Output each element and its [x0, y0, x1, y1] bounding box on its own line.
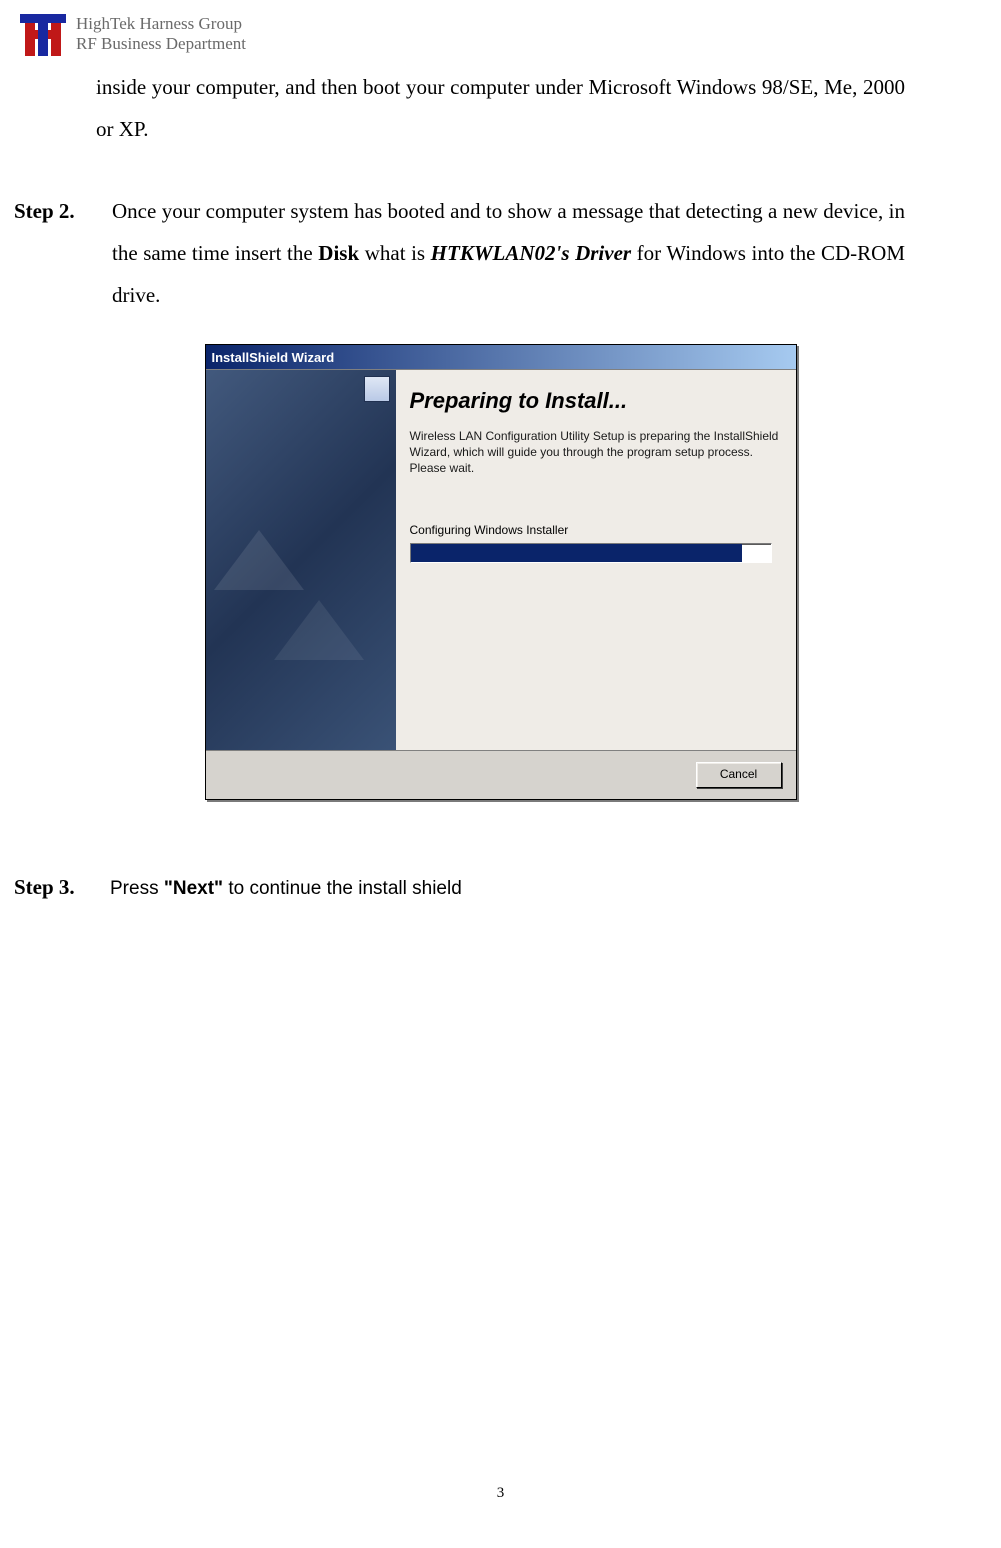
step-2: Step 2. Once your computer system has bo… [96, 190, 905, 316]
step2-disk: Disk [318, 241, 359, 265]
page-header: HighTek Harness Group RF Business Depart… [0, 0, 1001, 60]
installer-window: InstallShield Wizard Preparing to Instal… [205, 344, 797, 800]
intro-continuation: inside your computer, and then boot your… [96, 66, 905, 150]
step3-next: "Next" [164, 878, 223, 899]
step-2-label: Step 2. [0, 190, 112, 232]
installer-progressbar [410, 543, 772, 563]
step-3-label: Step 3. [0, 875, 110, 900]
installer-status: Configuring Windows Installer [410, 523, 780, 537]
company-name: HighTek Harness Group [76, 14, 246, 34]
step2-mid: what is [359, 241, 431, 265]
installer-description: Wireless LAN Configuration Utility Setup… [410, 428, 780, 477]
step-3-body: Press "Next" to continue the install shi… [110, 870, 462, 908]
installer-titlebar: InstallShield Wizard [206, 345, 796, 369]
cancel-button[interactable]: Cancel [696, 762, 782, 788]
step-3: Step 3. Press "Next" to continue the ins… [96, 870, 905, 908]
installer-titlebar-text: InstallShield Wizard [212, 350, 335, 365]
installer-title: Preparing to Install... [410, 388, 780, 414]
installer-corner-icon [364, 376, 390, 402]
step3-post: to continue the install shield [223, 878, 462, 899]
company-logo [18, 10, 68, 60]
page-number: 3 [0, 1485, 1001, 1502]
installer-body: Preparing to Install... Wireless LAN Con… [206, 369, 796, 750]
step-2-body: Once your computer system has booted and… [112, 190, 905, 316]
installer-main: Preparing to Install... Wireless LAN Con… [396, 370, 796, 750]
step3-pre: Press [110, 878, 164, 899]
installer-side-image [206, 370, 396, 750]
installer-progress-fill [411, 544, 742, 562]
step2-driver: HTKWLAN02's Driver [431, 241, 631, 265]
content: inside your computer, and then boot your… [0, 60, 1001, 908]
header-text: HighTek Harness Group RF Business Depart… [68, 10, 246, 53]
installer-footer: Cancel [206, 750, 796, 799]
page: HighTek Harness Group RF Business Depart… [0, 0, 1001, 1548]
department-name: RF Business Department [76, 34, 246, 54]
